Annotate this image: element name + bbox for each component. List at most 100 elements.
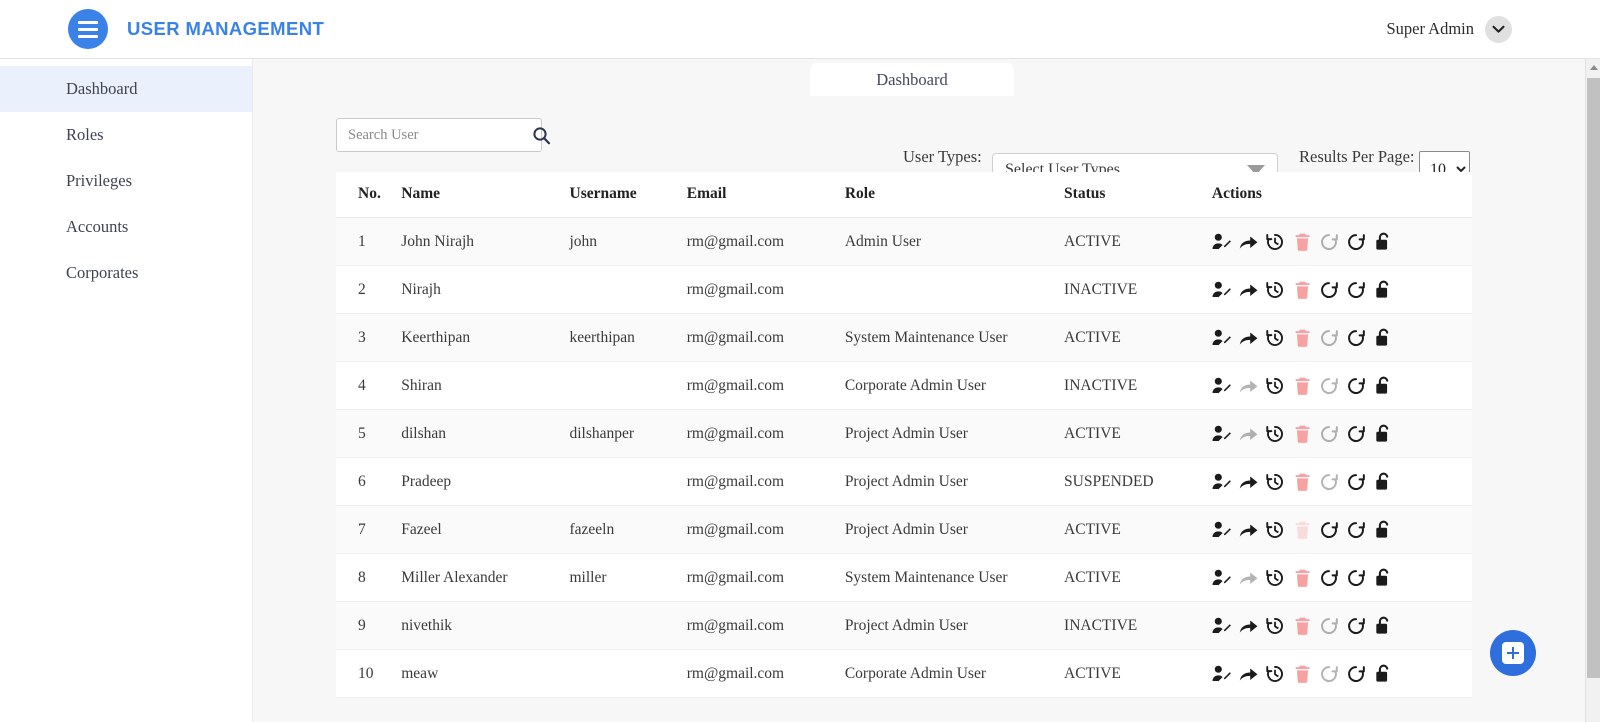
share-arrow-icon[interactable]: [1239, 328, 1258, 347]
sidebar-item-corporates[interactable]: Corporates: [0, 250, 252, 296]
share-arrow-icon[interactable]: [1239, 568, 1258, 587]
share-arrow-icon[interactable]: [1239, 424, 1258, 443]
trash-icon[interactable]: [1293, 568, 1312, 587]
page-scrollbar[interactable]: [1585, 59, 1600, 722]
refresh-icon[interactable]: [1347, 664, 1366, 683]
cell-role: System Maintenance User: [844, 553, 1065, 602]
user-edit-icon[interactable]: [1212, 232, 1231, 251]
refresh-icon[interactable]: [1347, 376, 1366, 395]
row-action-buttons: [1212, 232, 1472, 251]
user-edit-icon[interactable]: [1212, 472, 1231, 491]
trash-icon[interactable]: [1293, 280, 1312, 299]
refresh-icon[interactable]: [1347, 424, 1366, 443]
reset-password-icon[interactable]: [1320, 616, 1339, 635]
history-icon[interactable]: [1266, 568, 1285, 587]
cell-no: 7: [336, 505, 402, 554]
user-edit-icon[interactable]: [1212, 280, 1231, 299]
unlock-icon[interactable]: [1374, 472, 1393, 491]
sidebar-item-dashboard[interactable]: Dashboard: [0, 66, 252, 112]
share-arrow-icon[interactable]: [1239, 376, 1258, 395]
unlock-icon[interactable]: [1374, 616, 1393, 635]
cell-no: 10: [336, 649, 402, 698]
share-arrow-icon[interactable]: [1239, 520, 1258, 539]
trash-icon[interactable]: [1293, 520, 1312, 539]
row-action-buttons: [1212, 616, 1472, 635]
trash-icon[interactable]: [1293, 616, 1312, 635]
reset-password-icon[interactable]: [1320, 232, 1339, 251]
unlock-icon[interactable]: [1374, 664, 1393, 683]
row-action-buttons: [1212, 280, 1472, 299]
cell-actions: [1211, 553, 1472, 602]
trash-icon[interactable]: [1293, 472, 1312, 491]
trash-icon[interactable]: [1293, 424, 1312, 443]
share-arrow-icon[interactable]: [1239, 232, 1258, 251]
share-arrow-icon[interactable]: [1239, 664, 1258, 683]
chevron-down-icon[interactable]: [1485, 15, 1512, 43]
refresh-icon[interactable]: [1347, 280, 1366, 299]
search-box[interactable]: [336, 118, 551, 152]
unlock-icon[interactable]: [1374, 376, 1393, 395]
trash-icon[interactable]: [1293, 328, 1312, 347]
reset-password-icon[interactable]: [1320, 424, 1339, 443]
share-arrow-icon[interactable]: [1239, 472, 1258, 491]
sidebar-item-roles[interactable]: Roles: [0, 112, 252, 158]
history-icon[interactable]: [1266, 328, 1285, 347]
share-arrow-icon[interactable]: [1239, 616, 1258, 635]
table-header-row: No. Name Username Email Role Status Acti…: [336, 172, 1472, 218]
refresh-icon[interactable]: [1347, 520, 1366, 539]
user-edit-icon[interactable]: [1212, 616, 1231, 635]
unlock-icon[interactable]: [1374, 424, 1393, 443]
refresh-icon[interactable]: [1347, 616, 1366, 635]
reset-password-icon[interactable]: [1320, 376, 1339, 395]
history-icon[interactable]: [1266, 376, 1285, 395]
history-icon[interactable]: [1266, 424, 1285, 443]
trash-icon[interactable]: [1293, 376, 1312, 395]
history-icon[interactable]: [1266, 664, 1285, 683]
reset-password-icon[interactable]: [1320, 520, 1339, 539]
reset-password-icon[interactable]: [1320, 472, 1339, 491]
add-user-fab-button[interactable]: [1490, 630, 1536, 676]
refresh-icon[interactable]: [1347, 232, 1366, 251]
refresh-icon[interactable]: [1347, 328, 1366, 347]
refresh-icon[interactable]: [1347, 568, 1366, 587]
history-icon[interactable]: [1266, 520, 1285, 539]
reset-password-icon[interactable]: [1320, 328, 1339, 347]
sidebar-item-accounts[interactable]: Accounts: [0, 204, 252, 250]
reset-password-icon[interactable]: [1320, 664, 1339, 683]
search-button[interactable]: [532, 119, 551, 151]
history-icon[interactable]: [1266, 232, 1285, 251]
user-edit-icon[interactable]: [1212, 664, 1231, 683]
cell-role: [844, 265, 1065, 314]
trash-icon[interactable]: [1293, 664, 1312, 683]
scrollbar-thumb[interactable]: [1587, 78, 1600, 678]
column-header-status: Status: [1064, 172, 1212, 218]
cell-username: keerthipan: [569, 313, 687, 362]
reset-password-icon[interactable]: [1320, 280, 1339, 299]
user-edit-icon[interactable]: [1212, 568, 1231, 587]
unlock-icon[interactable]: [1374, 232, 1393, 251]
user-edit-icon[interactable]: [1212, 328, 1231, 347]
share-arrow-icon[interactable]: [1239, 280, 1258, 299]
history-icon[interactable]: [1266, 616, 1285, 635]
sidebar-item-privileges[interactable]: Privileges: [0, 158, 252, 204]
user-edit-icon[interactable]: [1212, 376, 1231, 395]
history-icon[interactable]: [1266, 472, 1285, 491]
unlock-icon[interactable]: [1374, 568, 1393, 587]
refresh-icon[interactable]: [1347, 472, 1366, 491]
cell-email: rm@gmail.com: [686, 457, 845, 506]
hamburger-menu-icon[interactable]: [68, 9, 108, 49]
history-icon[interactable]: [1266, 280, 1285, 299]
reset-password-icon[interactable]: [1320, 568, 1339, 587]
scroll-up-arrow-icon[interactable]: [1586, 59, 1600, 76]
user-menu[interactable]: Super Admin: [1386, 15, 1512, 43]
tab-dashboard[interactable]: Dashboard: [810, 63, 1014, 96]
unlock-icon[interactable]: [1374, 520, 1393, 539]
sidebar: Dashboard Roles Privileges Accounts Corp…: [0, 59, 253, 722]
trash-icon[interactable]: [1293, 232, 1312, 251]
unlock-icon[interactable]: [1374, 280, 1393, 299]
search-input[interactable]: [337, 126, 532, 144]
user-edit-icon[interactable]: [1212, 520, 1231, 539]
cell-actions: [1211, 649, 1472, 698]
user-edit-icon[interactable]: [1212, 424, 1231, 443]
unlock-icon[interactable]: [1374, 328, 1393, 347]
